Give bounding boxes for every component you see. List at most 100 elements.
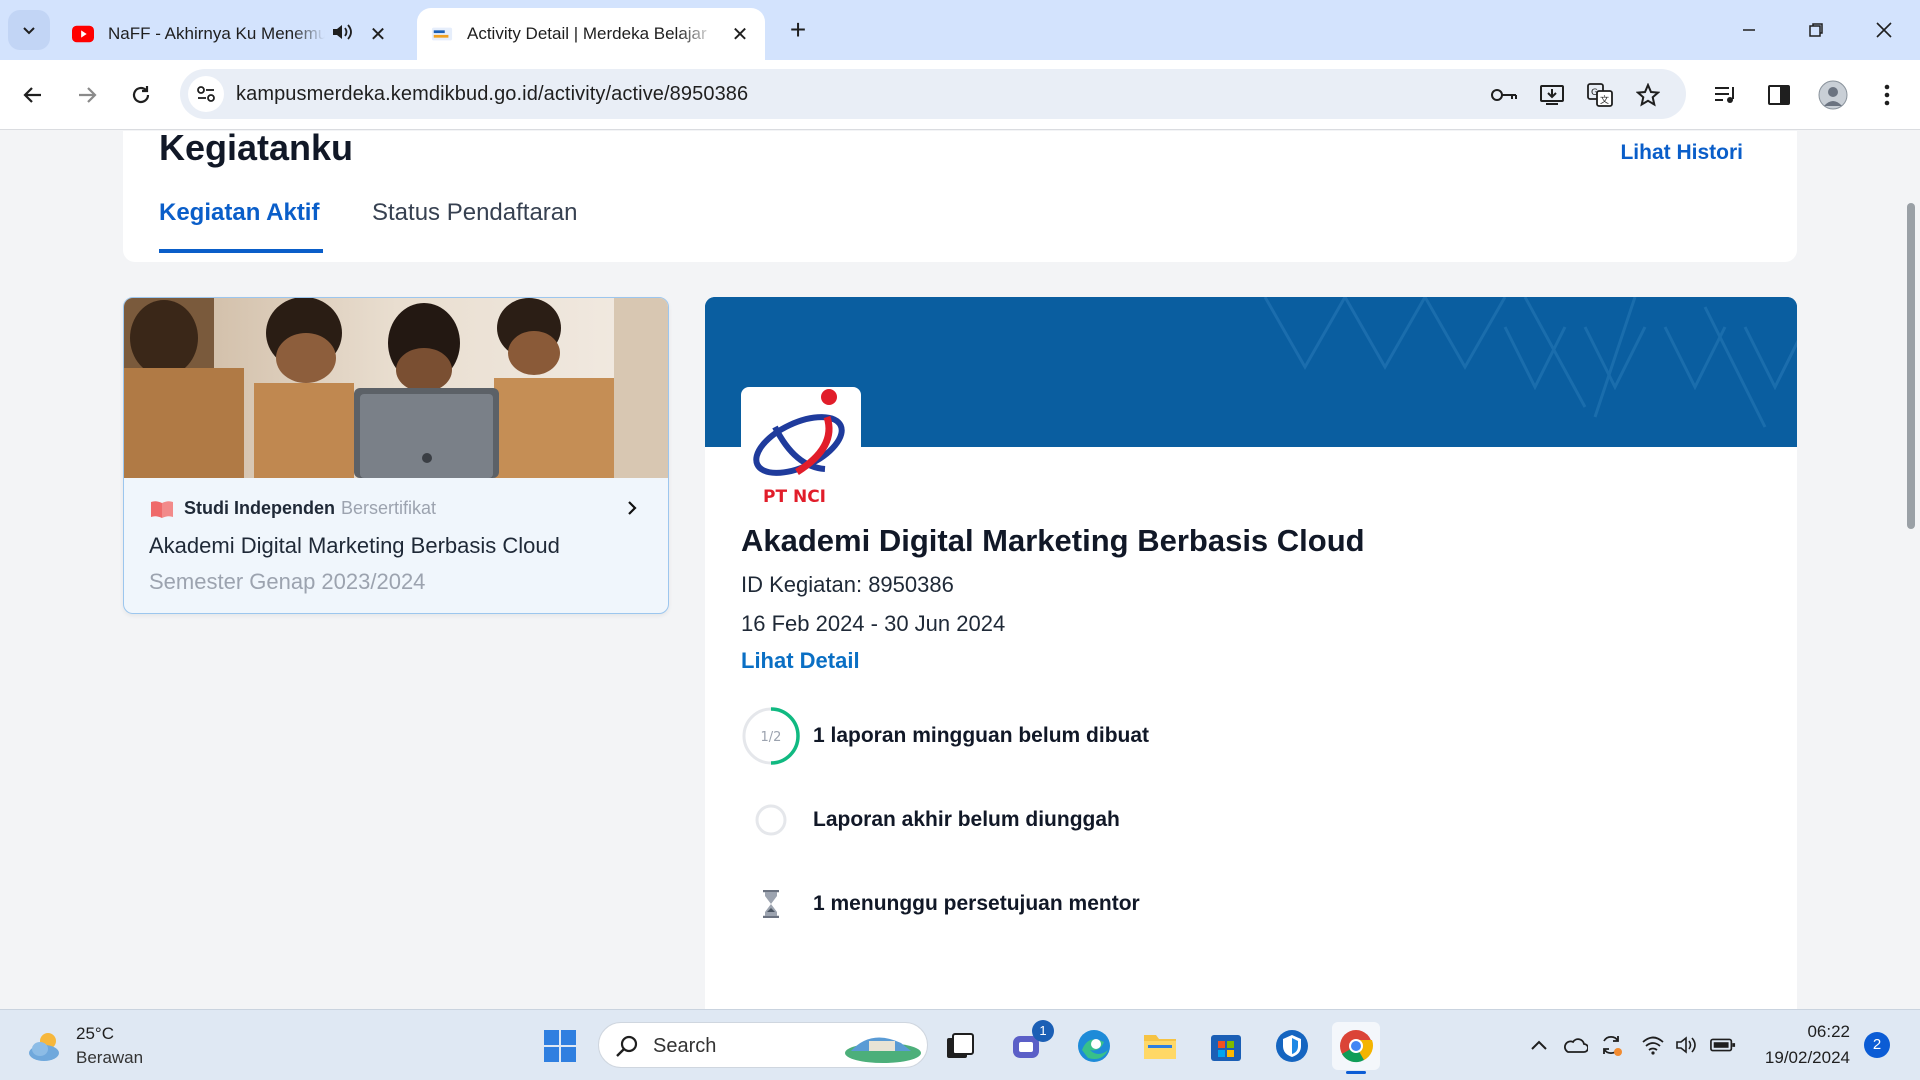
- teams-app[interactable]: 1: [1004, 1020, 1054, 1070]
- minimize-icon: [1743, 29, 1755, 31]
- progress-label: 1/2: [761, 730, 782, 745]
- onedrive-icon[interactable]: [1562, 1032, 1588, 1058]
- certificate-label: Bersertifikat: [341, 498, 437, 518]
- profile-avatar[interactable]: [1816, 78, 1850, 112]
- scrollbar-thumb[interactable]: [1907, 203, 1915, 529]
- speaker-icon[interactable]: [331, 22, 353, 47]
- chrome-app[interactable]: [1332, 1022, 1380, 1074]
- taskbar-search[interactable]: Search: [598, 1022, 928, 1068]
- translate-icon[interactable]: G文: [1586, 81, 1614, 109]
- activity-id: ID Kegiatan: 8950386: [741, 572, 954, 597]
- company-logo: PT NCI: [741, 387, 861, 512]
- address-bar[interactable]: kampusmerdeka.kemdikbud.go.id/activity/a…: [180, 69, 1686, 119]
- logo-text: PT NCI: [763, 487, 826, 507]
- tab-kegiatan-aktif[interactable]: Kegiatan Aktif: [159, 199, 319, 227]
- task-weekly-report[interactable]: 1/2 1 laporan mingguan belum dibuat: [741, 706, 1149, 766]
- task-view-icon: [947, 1033, 974, 1058]
- task-view-button[interactable]: [936, 1022, 984, 1070]
- back-button[interactable]: [14, 76, 52, 114]
- book-icon: [151, 500, 173, 518]
- reload-icon: [132, 86, 150, 104]
- sync-icon[interactable]: [1598, 1032, 1624, 1058]
- activity-photo: [124, 298, 668, 478]
- tab-status-pendaftaran[interactable]: Status Pendaftaran: [372, 199, 577, 227]
- banner-pattern: [705, 297, 1797, 447]
- task-text: 1 menunggu persetujuan mentor: [813, 892, 1140, 915]
- minimize-button[interactable]: [1731, 12, 1767, 48]
- start-button[interactable]: [536, 1022, 584, 1070]
- page-title: Kegiatanku: [159, 131, 354, 168]
- task-final-report[interactable]: Laporan akhir belum diunggah: [741, 790, 1120, 850]
- store-app[interactable]: [1202, 1022, 1250, 1070]
- install-app-icon[interactable]: [1538, 81, 1566, 109]
- url-text[interactable]: kampusmerdeka.kemdikbud.go.id/activity/a…: [236, 83, 748, 106]
- tab-title: NaFF - Akhirnya Ku Menemukanmu: [108, 24, 325, 43]
- svg-text:文: 文: [1600, 94, 1609, 106]
- reading-list-icon[interactable]: [1708, 78, 1742, 112]
- youtube-icon: [72, 23, 94, 45]
- activity-detail-card: PT NCI Akademi Digital Marketing Berbasi…: [705, 297, 1797, 1009]
- security-app[interactable]: [1268, 1022, 1316, 1070]
- tab-activity-detail[interactable]: Activity Detail | Merdeka Belajar ✕: [417, 8, 765, 60]
- edge-icon: [1078, 1030, 1110, 1062]
- bookmark-star-icon[interactable]: [1634, 81, 1662, 109]
- tray-overflow-icon[interactable]: [1526, 1032, 1552, 1058]
- hourglass-icon: [741, 874, 801, 934]
- new-tab-button[interactable]: +: [782, 14, 814, 46]
- weather-condition: Berawan: [76, 1048, 144, 1067]
- system-clock[interactable]: 06:22 19/02/2024: [1758, 1022, 1850, 1068]
- chevron-right-icon[interactable]: [626, 496, 638, 522]
- side-panel-icon[interactable]: [1762, 78, 1796, 112]
- volume-icon[interactable]: [1674, 1032, 1700, 1058]
- file-explorer-app[interactable]: [1136, 1022, 1184, 1070]
- close-tab-icon[interactable]: ✕: [729, 22, 751, 47]
- close-tab-icon[interactable]: ✕: [367, 22, 389, 47]
- activity-program: Studi Independen: [184, 498, 335, 518]
- detail-link[interactable]: Lihat Detail: [741, 648, 860, 674]
- wifi-icon[interactable]: [1640, 1032, 1666, 1058]
- windows-icon: [544, 1030, 576, 1062]
- activity-type: Studi Independen Bersertifikat: [150, 498, 436, 519]
- task-text: Laporan akhir belum diunggah: [813, 808, 1120, 831]
- page-scrollbar[interactable]: [1902, 131, 1920, 1009]
- activity-name: Akademi Digital Marketing Berbasis Cloud: [149, 533, 560, 558]
- progress-ring: 1/2: [741, 706, 801, 766]
- svg-text:G: G: [1591, 88, 1598, 98]
- task-text: 1 laporan mingguan belum dibuat: [813, 724, 1150, 747]
- detail-title: Akademi Digital Marketing Berbasis Cloud: [741, 523, 1365, 558]
- kegiatan-header: Kegiatanku Lihat Histori Kegiatan Aktif …: [123, 131, 1797, 262]
- site-info-button[interactable]: [188, 76, 224, 112]
- activity-semester: Semester Genap 2023/2024: [149, 569, 426, 594]
- history-link[interactable]: Lihat Histori: [1620, 141, 1743, 165]
- page-viewport: Kegiatanku Lihat Histori Kegiatan Aktif …: [0, 131, 1920, 1009]
- folder-icon: [1144, 1035, 1176, 1059]
- empty-circle-icon: [741, 790, 801, 850]
- tab-title: Activity Detail | Merdeka Belajar: [467, 24, 707, 43]
- battery-icon[interactable]: [1710, 1032, 1736, 1058]
- browser-tab-bar: NaFF - Akhirnya Ku Menemukanmu ✕ Activit…: [0, 0, 1920, 60]
- teams-badge: 1: [1032, 1020, 1054, 1042]
- forward-button[interactable]: [68, 76, 106, 114]
- activity-card[interactable]: Studi Independen Bersertifikat Akademi D…: [123, 297, 669, 614]
- reload-button[interactable]: [122, 76, 160, 114]
- restore-button[interactable]: [1798, 12, 1834, 48]
- active-tab-indicator: [159, 249, 323, 253]
- menu-kebab-icon[interactable]: [1870, 78, 1904, 112]
- activity-dates: 16 Feb 2024 - 30 Jun 2024: [741, 611, 1006, 636]
- search-icon: [616, 1035, 638, 1057]
- password-key-icon[interactable]: [1490, 81, 1518, 109]
- active-app-indicator: [1346, 1071, 1366, 1074]
- windows-taskbar: 25°C Berawan Search 1 06:22 19/02/2024 2: [0, 1009, 1920, 1080]
- shield-icon: [1276, 1030, 1308, 1062]
- close-window-button[interactable]: [1866, 12, 1902, 48]
- partly-cloudy-icon: [29, 1033, 59, 1061]
- clock-date: 19/02/2024: [1764, 1048, 1850, 1067]
- edge-app[interactable]: [1070, 1022, 1118, 1070]
- search-highlight-image: [845, 1037, 921, 1063]
- task-mentor-approval[interactable]: 1 menunggu persetujuan mentor: [741, 874, 1140, 934]
- tab-youtube[interactable]: NaFF - Akhirnya Ku Menemukanmu ✕: [58, 8, 403, 60]
- weather-widget[interactable]: 25°C Berawan: [26, 1024, 143, 1068]
- tab-search-button[interactable]: [8, 10, 50, 50]
- temperature: 25°C: [76, 1024, 114, 1043]
- notification-badge[interactable]: 2: [1864, 1032, 1890, 1058]
